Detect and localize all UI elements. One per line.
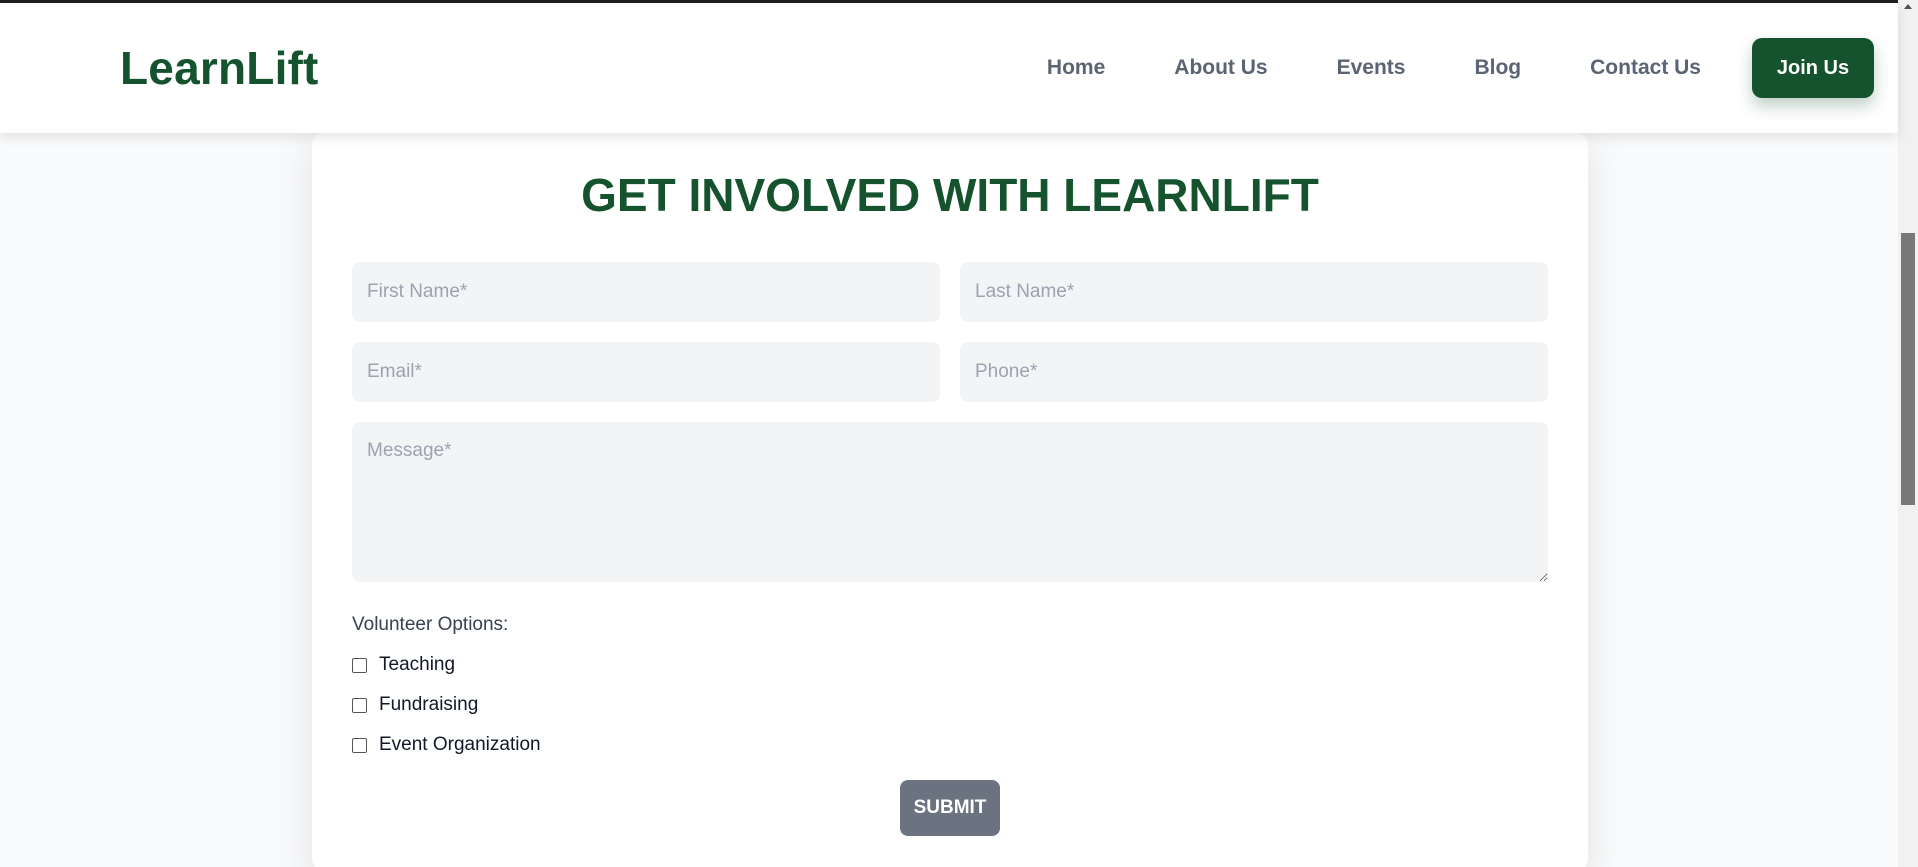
- teaching-label: Teaching: [379, 654, 456, 675]
- site-logo[interactable]: LearnLift: [120, 41, 319, 95]
- form-title: GET INVOLVED WITH LEARNLIFT: [581, 169, 1319, 221]
- option-event-organization[interactable]: Event Organization: [352, 734, 541, 756]
- scroll-up-arrow-icon[interactable]: [1904, 4, 1912, 9]
- first-name-input[interactable]: [352, 262, 940, 322]
- volunteer-form-card: GET INVOLVED WITH LEARNLIFT Volunteer Op…: [312, 132, 1588, 867]
- join-us-button[interactable]: Join Us: [1752, 38, 1874, 98]
- nav-link-blog[interactable]: Blog: [1474, 56, 1521, 80]
- submit-button[interactable]: SUBMIT: [900, 780, 1000, 836]
- main-nav: Home About Us Events Blog Contact Us Joi…: [1047, 3, 1898, 133]
- site-header: LearnLift Home About Us Events Blog Cont…: [0, 3, 1898, 133]
- option-teaching[interactable]: Teaching: [352, 654, 455, 676]
- nav-link-contact-us[interactable]: Contact Us: [1590, 56, 1701, 80]
- volunteer-options-label: Volunteer Options:: [352, 614, 509, 635]
- teaching-checkbox[interactable]: [352, 657, 367, 673]
- event-organization-checkbox[interactable]: [352, 737, 367, 753]
- nav-link-events[interactable]: Events: [1337, 56, 1406, 80]
- message-textarea[interactable]: [352, 422, 1548, 582]
- fundraising-checkbox[interactable]: [352, 697, 367, 713]
- nav-link-home[interactable]: Home: [1047, 56, 1105, 80]
- last-name-input[interactable]: [960, 262, 1548, 322]
- scrollbar-thumb[interactable]: [1901, 233, 1915, 505]
- fundraising-label: Fundraising: [379, 694, 479, 715]
- option-fundraising[interactable]: Fundraising: [352, 694, 478, 716]
- email-input[interactable]: [352, 342, 940, 402]
- nav-link-about-us[interactable]: About Us: [1174, 56, 1267, 80]
- vertical-scrollbar[interactable]: [1898, 0, 1918, 867]
- event-organization-label: Event Organization: [379, 734, 541, 755]
- phone-input[interactable]: [960, 342, 1548, 402]
